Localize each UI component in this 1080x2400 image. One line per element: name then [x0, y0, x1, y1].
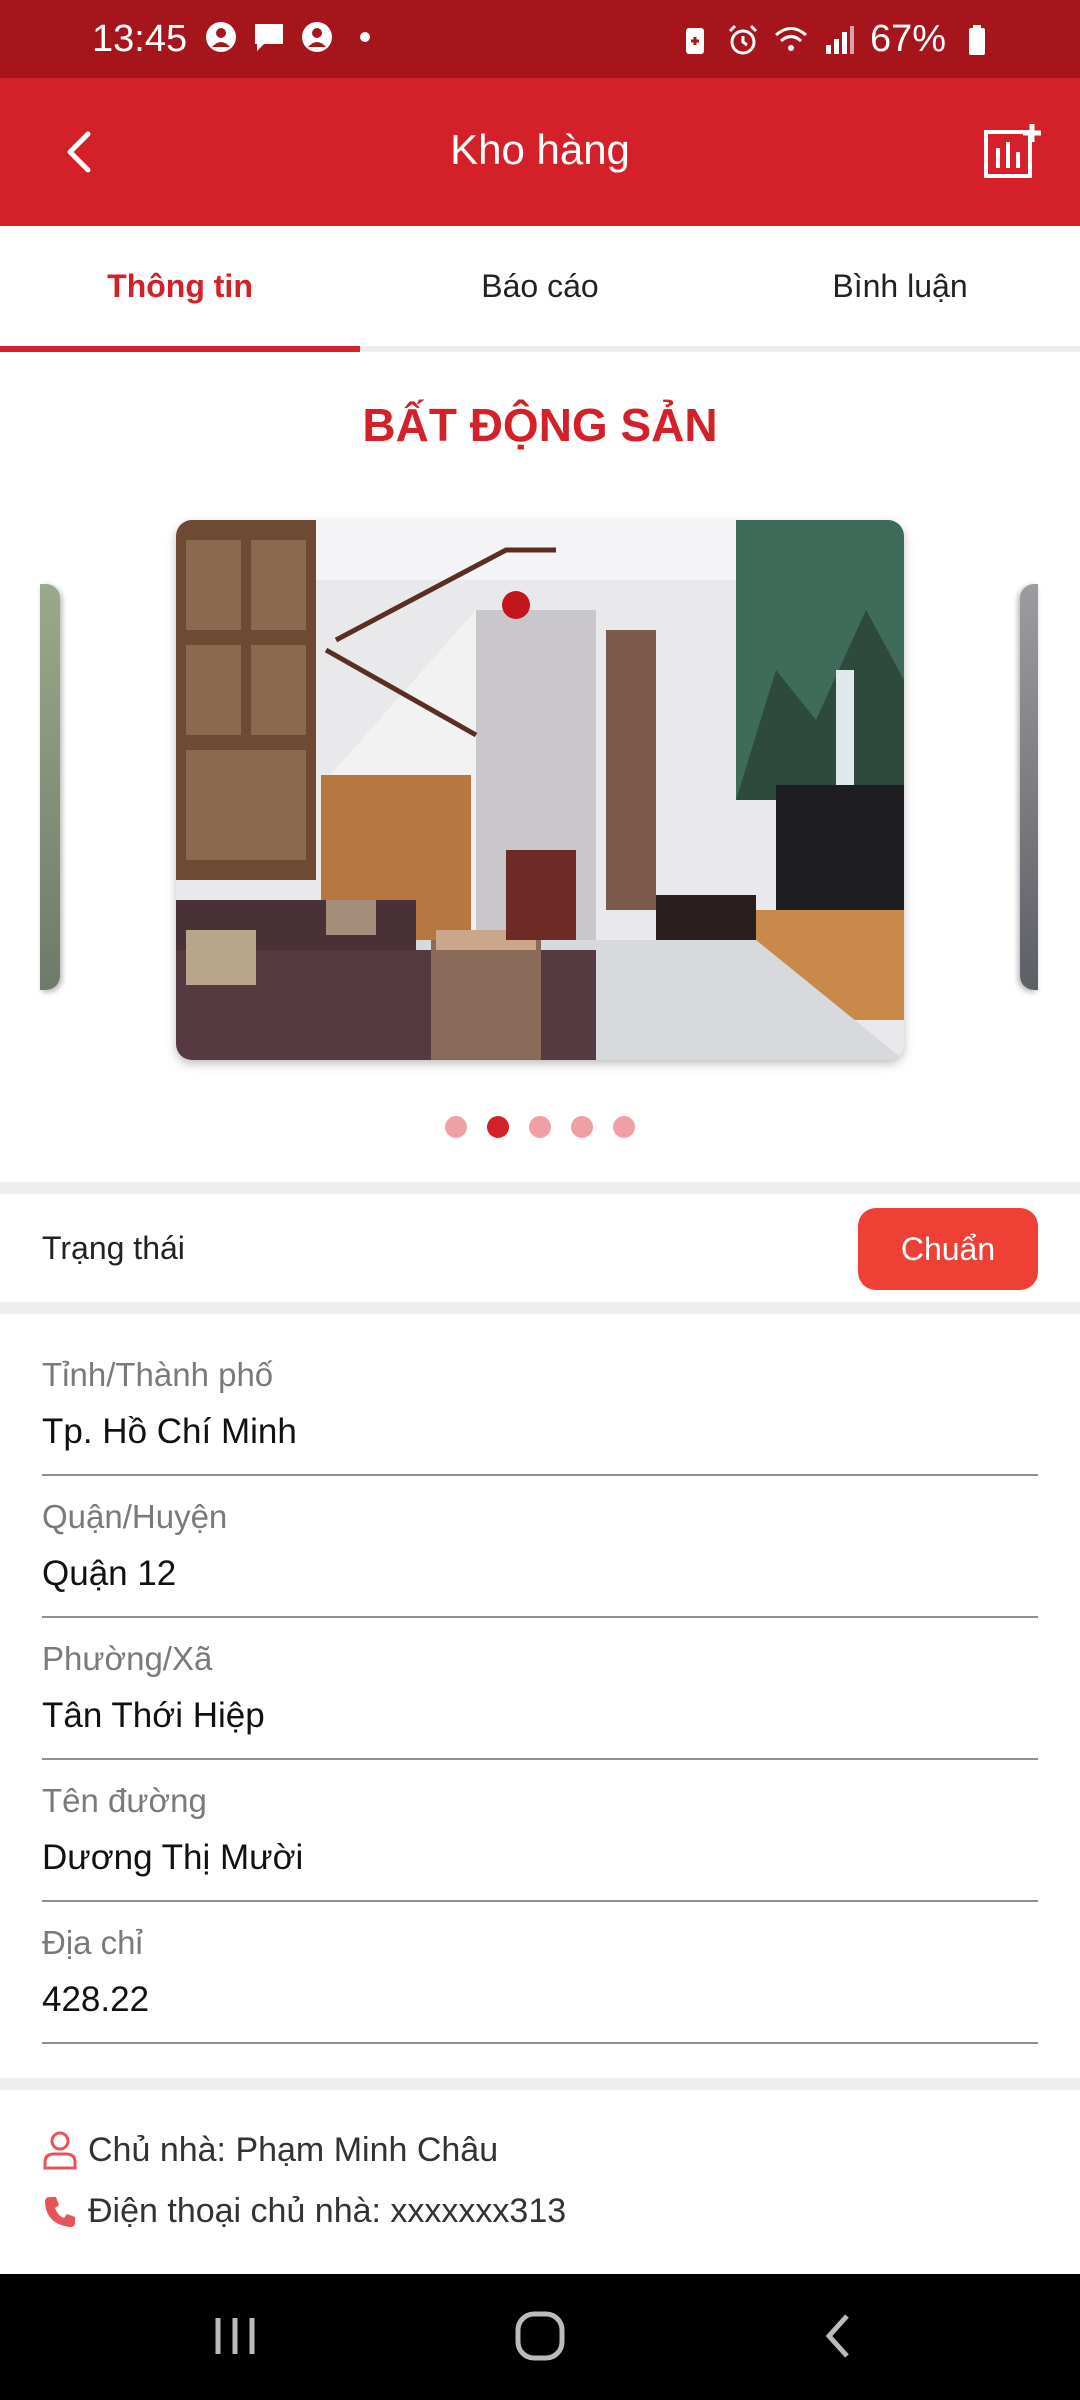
address-value: 428.22 [42, 1980, 150, 2019]
carousel-slide-image[interactable] [176, 520, 904, 1060]
carousel-dot-active[interactable] [487, 1116, 509, 1138]
system-nav-bar [0, 2274, 1080, 2400]
page-title: Kho hàng [450, 126, 630, 173]
alarm-icon [728, 24, 757, 54]
person-icon [43, 2131, 77, 2170]
tab-comments[interactable]: Bình luận [720, 226, 1080, 346]
street-field[interactable]: Tên đường Dương Thị Mười [42, 1782, 1038, 1902]
district-label: Quận/Huyện [42, 1498, 228, 1535]
home-icon[interactable] [505, 2304, 575, 2368]
dot-icon [360, 32, 370, 42]
ward-label: Phường/Xã [42, 1640, 213, 1677]
ward-value: Tân Thới Hiệp [42, 1696, 265, 1735]
street-label: Tên đường [42, 1782, 207, 1819]
district-value: Quận 12 [42, 1554, 177, 1593]
owner-phone[interactable]: Điện thoại chủ nhà: xxxxxxx313 [42, 2192, 566, 2231]
chat-icon [255, 24, 283, 51]
carousel-dot[interactable] [613, 1116, 635, 1138]
tab-report[interactable]: Báo cáo [360, 226, 720, 346]
address-label: Địa chỉ [42, 1924, 143, 1961]
owner-phone-text: Điện thoại chủ nhà: xxxxxxx313 [88, 2192, 567, 2230]
signal-icon [825, 25, 854, 54]
app-bar: Kho hàng [0, 78, 1080, 226]
image-carousel[interactable] [0, 514, 1080, 1066]
section-title: BẤT ĐỘNG SẢN [362, 399, 718, 451]
carousel-dot[interactable] [445, 1116, 467, 1138]
battery-icon [969, 24, 985, 55]
carousel-next-slide[interactable] [1020, 584, 1038, 990]
carousel-dot[interactable] [571, 1116, 593, 1138]
section-divider [0, 1182, 1080, 1194]
street-value: Dương Thị Mười [42, 1838, 304, 1877]
battery-percent: 67% [869, 18, 946, 60]
section-divider [0, 1302, 1080, 1314]
living-room-photo [176, 520, 904, 1060]
tab-bar: Thông tin Báo cáo Bình luận [0, 226, 1080, 352]
owner-name: Chủ nhà: Phạm Minh Châu [88, 2130, 499, 2169]
owner-info: Chủ nhà: Phạm Minh Châu [42, 2130, 498, 2170]
section-divider [0, 2078, 1080, 2090]
tab-info[interactable]: Thông tin [0, 226, 360, 352]
province-field[interactable]: Tỉnh/Thành phố Tp. Hồ Chí Minh [42, 1356, 1038, 1476]
phone-icon [45, 2196, 75, 2227]
carousel-indicator [0, 1116, 1080, 1138]
status-row: Trạng thái Chuẩn [0, 1194, 1080, 1302]
person-circle-icon [206, 22, 236, 52]
province-label: Tỉnh/Thành phố [42, 1356, 274, 1393]
carousel-dot[interactable] [529, 1116, 551, 1138]
ward-field[interactable]: Phường/Xã Tân Thới Hiệp [42, 1640, 1038, 1760]
notification-icons [204, 20, 382, 54]
status-badge[interactable]: Chuẩn [858, 1208, 1038, 1290]
add-report-icon[interactable] [982, 122, 1044, 184]
province-value: Tp. Hồ Chí Minh [42, 1412, 297, 1451]
carousel-prev-slide[interactable] [40, 584, 60, 990]
status-time: 13:45 [92, 18, 188, 60]
person-circle-icon [302, 22, 332, 52]
status-label: Trạng thái [42, 1230, 185, 1266]
recent-apps-icon[interactable] [200, 2304, 270, 2368]
back-nav-icon[interactable] [805, 2304, 875, 2368]
battery-saver-icon [685, 27, 704, 54]
wifi-icon [774, 26, 807, 51]
district-field[interactable]: Quận/Huyện Quận 12 [42, 1498, 1038, 1618]
address-field[interactable]: Địa chỉ 428.22 [42, 1924, 1038, 2044]
system-icons: 67% [678, 18, 994, 61]
status-bar: 13:45 67% [0, 0, 1080, 78]
